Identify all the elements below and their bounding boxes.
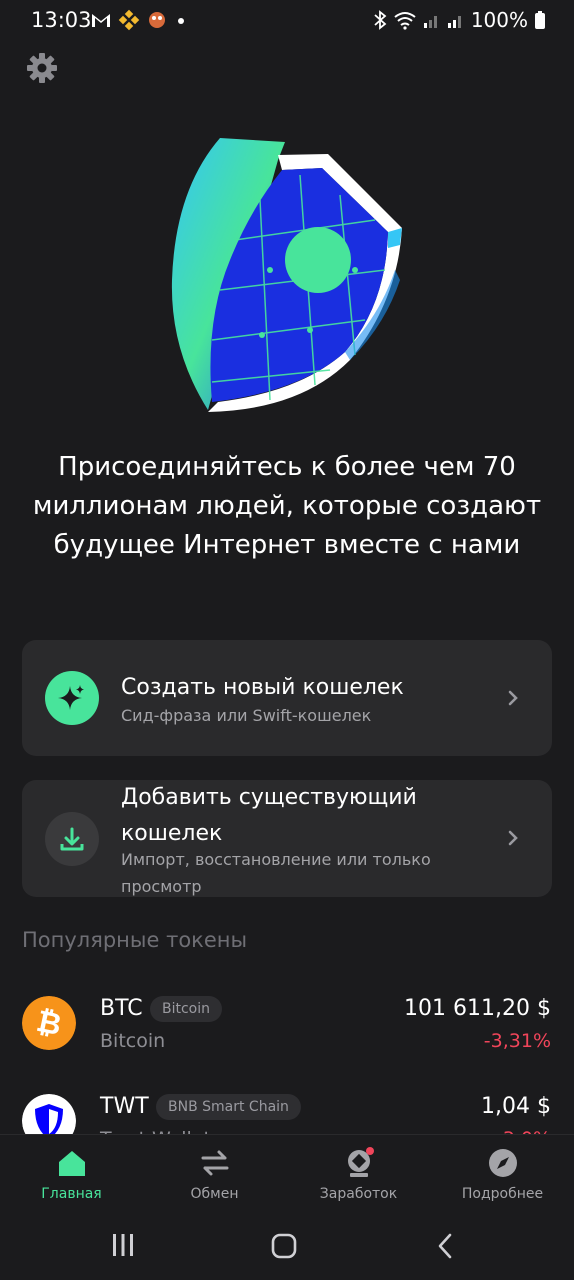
system-nav-bar	[0, 1212, 574, 1280]
token-symbol: BTC	[100, 996, 143, 1021]
earn-icon	[347, 1147, 374, 1177]
add-wallet-icon-circle	[45, 812, 99, 866]
create-wallet-subtitle: Сид-фраза или Swift-кошелек	[121, 706, 372, 725]
nav-home[interactable]: Главная	[0, 1135, 143, 1213]
app-notification-icon	[149, 12, 165, 28]
download-icon	[60, 827, 84, 851]
status-bar: 13:03 100%	[0, 0, 574, 40]
wifi-icon	[394, 12, 416, 30]
signal-icon	[423, 16, 437, 28]
home-button-icon[interactable]	[270, 1232, 298, 1260]
settings-gear-icon[interactable]	[26, 52, 58, 84]
chevron-right-icon	[508, 830, 518, 846]
nav-more-label: Подробнее	[461, 1186, 544, 1202]
back-icon[interactable]	[434, 1232, 456, 1260]
token-chain-badge: BNB Smart Chain	[156, 1094, 301, 1120]
create-wallet-card[interactable]: Создать новый кошелек Сид-фраза или Swif…	[22, 640, 552, 756]
token-name: Bitcoin	[100, 1030, 166, 1052]
bluetooth-icon	[374, 10, 387, 30]
home-icon	[58, 1151, 85, 1176]
token-price: 101 611,20 $	[404, 996, 551, 1021]
shield-illustration	[171, 138, 402, 412]
bitcoin-icon: ₿	[22, 996, 76, 1050]
binance-icon	[118, 9, 140, 31]
battery-icon	[535, 11, 545, 29]
nav-earn-label: Заработок	[319, 1186, 398, 1202]
bottom-nav: Главная Обмен Заработок Подробнее	[0, 1134, 574, 1213]
system-status: 100%	[373, 8, 546, 32]
token-change: -3,31%	[483, 1030, 551, 1052]
nav-more[interactable]: Подробнее	[431, 1135, 574, 1213]
create-wallet-title: Создать новый кошелек	[121, 675, 404, 700]
add-wallet-subtitle: Импорт, восстановление или только просмо…	[121, 850, 431, 896]
token-chain-badge: Bitcoin	[150, 996, 223, 1022]
status-time: 13:03	[31, 8, 92, 32]
create-wallet-icon-circle	[45, 671, 99, 725]
sparkle-icon	[58, 685, 84, 710]
compass-icon	[488, 1149, 517, 1177]
swap-icon	[201, 1150, 228, 1176]
nav-swap-label: Обмен	[190, 1186, 239, 1202]
notification-icons	[90, 9, 188, 31]
signal-icon-2	[447, 16, 461, 28]
nav-earn[interactable]: Заработок	[287, 1135, 430, 1213]
nav-home-label: Главная	[41, 1186, 102, 1202]
token-price: 1,04 $	[481, 1094, 551, 1119]
gmail-icon	[92, 14, 110, 27]
dot-icon	[178, 18, 184, 24]
recent-apps-icon[interactable]	[110, 1232, 136, 1258]
add-wallet-title: Добавить существующий кошелек	[121, 785, 417, 846]
token-row-btc[interactable]: ₿ BTC Bitcoin Bitcoin 101 611,20 $ -3,31…	[0, 990, 574, 1070]
headline: Присоединяйтесь к более чем 70 миллионам…	[32, 452, 542, 560]
popular-tokens-title: Популярные токены	[22, 928, 248, 952]
chevron-right-icon	[508, 690, 518, 706]
token-symbol: TWT	[100, 1094, 149, 1119]
battery-percent: 100%	[470, 8, 528, 32]
nav-swap[interactable]: Обмен	[143, 1135, 286, 1213]
add-wallet-card[interactable]: Добавить существующий кошелек Импорт, во…	[22, 780, 552, 897]
